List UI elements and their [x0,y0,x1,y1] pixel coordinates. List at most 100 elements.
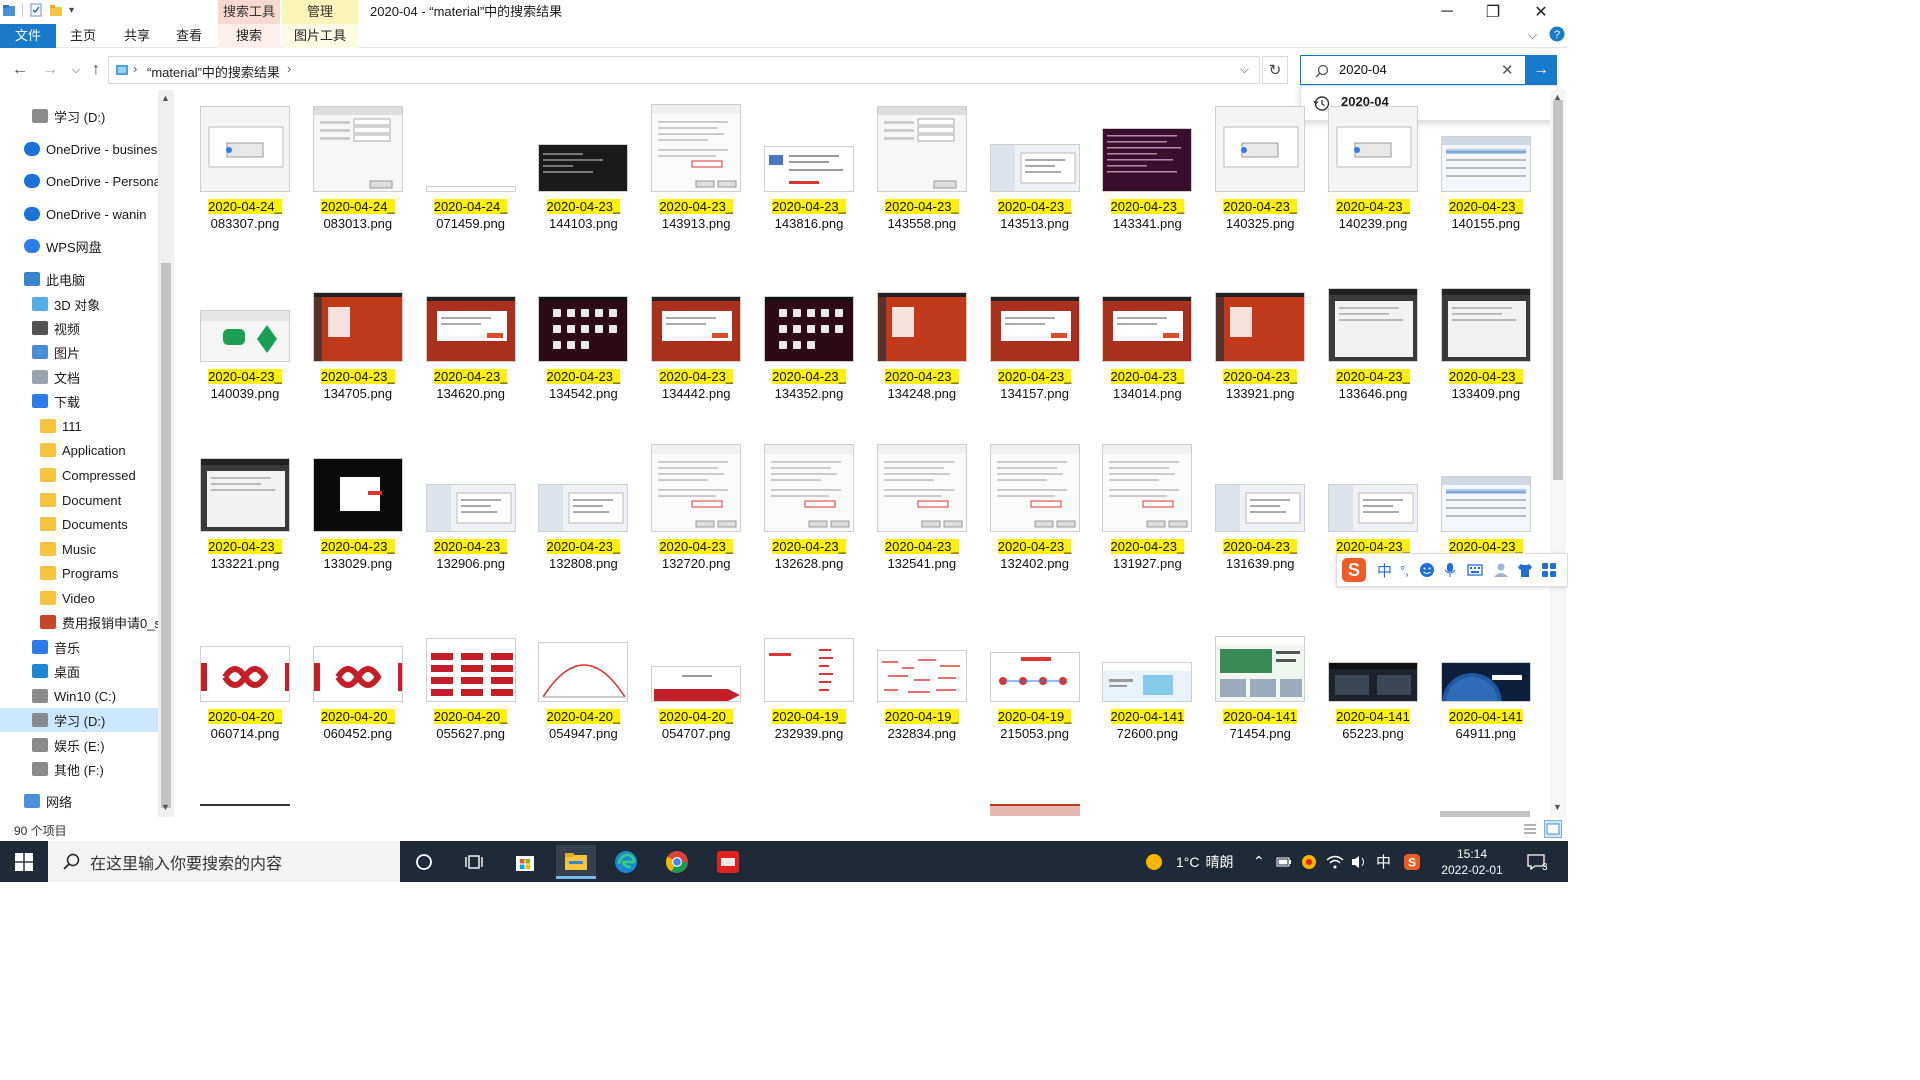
maximize-button[interactable]: ❐ [1470,0,1516,24]
store-icon[interactable] [505,845,545,879]
tab-picture-tools[interactable]: 图片工具 [282,24,358,48]
refresh-icon[interactable]: ↻ [1262,56,1288,84]
breadcrumb-separator-icon[interactable]: › [133,61,137,76]
sidebar-item[interactable]: 娱乐 (E:) [0,733,158,757]
file-item[interactable]: 2020-04-23_ 133409.png [1431,262,1540,432]
file-name[interactable]: 2020-04-23_ 134248.png [867,368,977,402]
file-item[interactable]: 2020-04-23_ 131927.png [1092,432,1202,602]
show-hidden-icons-icon[interactable]: ⌃ [1253,841,1265,882]
file-thumbnail[interactable] [764,146,854,192]
file-thumbnail[interactable] [538,484,629,532]
file-name[interactable]: 2020-04-23_ 132402.png [980,538,1090,572]
file-item[interactable]: 2020-04-23_ 143513.png [980,92,1090,262]
file-item[interactable]: 2020-04-23_ 134620.png [416,262,526,432]
sogou-tray-icon[interactable] [1300,841,1318,882]
sidebar-item[interactable]: Application [0,438,158,462]
main-scroll-thumb[interactable] [1553,100,1563,480]
file-thumbnail[interactable] [1440,662,1531,702]
file-item[interactable]: 2020-04-23_ 132541.png [867,432,977,602]
sidebar-scroll-thumb[interactable] [161,263,171,808]
file-name[interactable]: 2020-04-24_ 083013.png [303,198,413,232]
file-name[interactable]: 2020-04-23_ 134442.png [641,368,751,402]
file-name[interactable]: 2020-04-141 72600.png [1092,708,1202,742]
file-thumbnail[interactable] [538,642,629,702]
file-thumbnail[interactable] [989,296,1080,362]
help-icon[interactable]: ? [1549,26,1565,45]
emoji-icon[interactable] [1419,562,1435,578]
large-icons-view-icon[interactable] [1544,820,1562,838]
file-thumbnail[interactable] [876,444,967,532]
file-thumbnail[interactable] [1328,288,1418,362]
volume-icon[interactable] [1350,841,1368,882]
file-thumbnail[interactable] [425,638,516,702]
file-item[interactable]: 2020-04-23_ 133646.png [1318,262,1428,432]
file-name[interactable]: 2020-04-23_ 140239.png [1318,198,1428,232]
file-name[interactable]: 2020-04-24_ 083307.png [190,198,300,232]
sidebar-item[interactable]: OneDrive - busines [0,137,158,161]
wifi-icon[interactable] [1326,841,1344,882]
file-name[interactable]: 2020-04-23_ 133921.png [1205,368,1315,402]
file-thumbnail[interactable] [1102,128,1193,192]
sidebar-scrollbar[interactable]: ▲ ▼ [158,90,174,817]
file-thumbnail[interactable] [312,646,403,702]
back-arrow-icon[interactable]: ← [10,60,30,80]
expand-ribbon-icon[interactable]: ⌵ [1528,28,1537,43]
forward-arrow-icon[interactable]: → [40,60,60,80]
file-thumbnail[interactable] [312,292,403,362]
file-thumbnail[interactable] [1328,662,1418,702]
properties-icon[interactable] [29,3,43,17]
breadcrumb-chevron-icon[interactable]: › [287,61,291,76]
file-name[interactable]: 2020-04-23_ 143558.png [867,198,977,232]
file-name[interactable]: 2020-04-23_ 134157.png [980,368,1090,402]
file-name[interactable]: 2020-04-20_ 060714.png [190,708,300,742]
file-item[interactable]: 2020-04-23_ 143558.png [867,92,977,262]
sidebar-item[interactable]: 网络 [0,789,158,813]
file-item[interactable]: 2020-04-23_ 143816.png [754,92,864,262]
clock[interactable]: 15:14 2022-02-01 [1436,841,1508,882]
file-item[interactable]: 2020-04-23_ 133921.png [1205,262,1315,432]
file-name[interactable]: 2020-04-23_ 140325.png [1205,198,1315,232]
search-input[interactable] [1339,62,1499,77]
ime-punct-icon[interactable]: °, [1400,563,1409,578]
file-item[interactable]: 2020-04-19_ 215053.png [980,602,1090,772]
breadcrumb-search-results[interactable]: “material”中的搜索结果 [147,62,280,81]
sidebar-item[interactable]: Programs [0,561,158,585]
file-name[interactable]: 2020-04-23_ 131927.png [1092,538,1202,572]
file-thumbnail[interactable] [425,186,516,192]
file-item[interactable]: 2020-04-23_ 134542.png [528,262,638,432]
file-name[interactable]: 2020-04-23_ 134705.png [303,368,413,402]
explorer-icon[interactable] [2,3,16,17]
file-thumbnail[interactable] [1215,106,1306,192]
file-thumbnail[interactable] [651,104,742,192]
main-scrollbar[interactable]: ▲ ▼ [1550,90,1566,817]
file-thumbnail[interactable] [1102,662,1193,702]
file-name[interactable]: 2020-04-20_ 054947.png [528,708,638,742]
youdao-dict-icon[interactable] [708,845,748,879]
file-item[interactable]: 2020-04-23_ 134014.png [1092,262,1202,432]
sidebar-item[interactable]: 图片 [0,340,158,364]
search-go-button[interactable]: → [1525,55,1557,85]
toolbox-grid-icon[interactable] [1541,562,1557,578]
file-thumbnail[interactable] [651,296,742,362]
file-thumbnail[interactable] [764,638,854,702]
ime-mode-indicator[interactable]: 中 [1377,560,1392,581]
details-view-icon[interactable] [1522,822,1538,836]
file-thumbnail[interactable] [764,444,854,532]
file-thumbnail[interactable] [1215,636,1306,702]
file-item[interactable]: 2020-04-23_ 131639.png [1205,432,1315,602]
battery-icon[interactable] [1276,841,1292,882]
file-thumbnail[interactable] [312,106,403,192]
windows-start-icon[interactable] [15,853,33,871]
file-name[interactable]: 2020-04-141 65223.png [1318,708,1428,742]
microphone-icon[interactable] [1443,562,1457,578]
main-scroll-down-icon[interactable]: ▼ [1553,802,1562,812]
taskbar-search-box[interactable]: 在这里输入你要搜索的内容 [48,841,400,882]
file-thumbnail[interactable] [1328,106,1418,192]
file-thumbnail[interactable] [1328,484,1418,532]
file-name[interactable]: 2020-04-141 71454.png [1205,708,1315,742]
file-name[interactable]: 2020-04-20_ 060452.png [303,708,413,742]
tab-file[interactable]: 文件 [0,24,56,48]
tab-share[interactable]: 共享 [112,24,162,48]
file-name[interactable]: 2020-04-23_ 131639.png [1205,538,1315,572]
new-folder-icon[interactable] [49,3,63,17]
